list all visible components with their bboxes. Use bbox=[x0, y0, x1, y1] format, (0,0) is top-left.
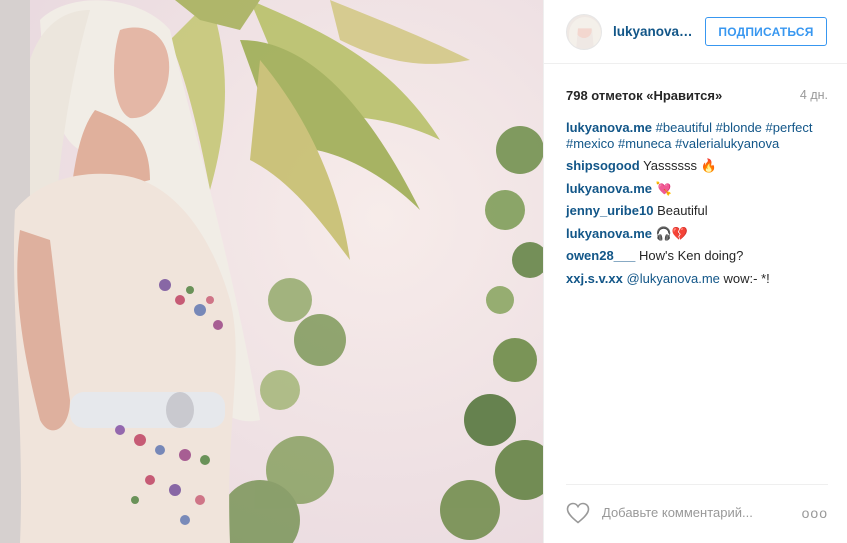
photo-illustration bbox=[0, 0, 543, 543]
comment-text: Beautiful bbox=[657, 203, 708, 218]
more-options-icon[interactable]: ooo bbox=[802, 505, 828, 521]
likes-count[interactable]: 798 отметок «Нравится» bbox=[566, 88, 722, 103]
hashtag[interactable]: #valerialukyanova bbox=[675, 136, 779, 151]
post-side-panel: lukyanova.... ПОДПИСАТЬСЯ 798 отметок «Н… bbox=[543, 0, 847, 543]
avatar[interactable] bbox=[566, 13, 602, 50]
comment-text: 🎧💔 bbox=[655, 225, 688, 241]
heart-outline-icon[interactable] bbox=[566, 502, 590, 524]
comment-username[interactable]: owen28___ bbox=[566, 248, 635, 263]
follow-button[interactable]: ПОДПИСАТЬСЯ bbox=[705, 17, 827, 46]
comment-username[interactable]: lukyanova.me bbox=[566, 226, 652, 241]
hashtag[interactable]: #muneca bbox=[618, 136, 671, 151]
comments-list: lukyanova.me #beautiful #blonde #perfect… bbox=[566, 120, 830, 293]
comment-username[interactable]: xxj.s.v.xx bbox=[566, 271, 623, 286]
hashtag[interactable]: #perfect bbox=[766, 120, 813, 135]
post-header: lukyanova.... ПОДПИСАТЬСЯ bbox=[544, 0, 847, 64]
comment-mention[interactable]: @lukyanova.me bbox=[627, 271, 720, 286]
caption: lukyanova.me #beautiful #blonde #perfect… bbox=[566, 120, 830, 152]
add-comment-input[interactable] bbox=[602, 505, 792, 520]
instagram-post: lukyanova.... ПОДПИСАТЬСЯ 798 отметок «Н… bbox=[0, 0, 847, 543]
post-age[interactable]: 4 дн. bbox=[800, 88, 828, 102]
comment-item: jenny_uribe10 Beautiful bbox=[566, 203, 830, 219]
comment-text: 💘 bbox=[655, 180, 672, 196]
author-username-link[interactable]: lukyanova.... bbox=[613, 24, 693, 39]
comment-text: wow:- *! bbox=[723, 270, 770, 286]
comment-username[interactable]: jenny_uribe10 bbox=[566, 203, 653, 218]
comment-item: lukyanova.me 🎧💔 bbox=[566, 226, 830, 242]
comment-text: How's Ken doing? bbox=[639, 248, 744, 263]
comment-bar: ooo bbox=[566, 484, 828, 540]
hashtag[interactable]: #mexico bbox=[566, 136, 614, 151]
caption-username[interactable]: lukyanova.me bbox=[566, 120, 652, 135]
comment-username[interactable]: lukyanova.me bbox=[566, 181, 652, 196]
hashtag[interactable]: #beautiful bbox=[656, 120, 712, 135]
likes-row: 798 отметок «Нравится» 4 дн. bbox=[566, 86, 828, 104]
comment-item: xxj.s.v.xx @lukyanova.me wow:- *! bbox=[566, 271, 830, 287]
comment-item: lukyanova.me 💘 bbox=[566, 181, 830, 197]
post-photo[interactable] bbox=[0, 0, 543, 543]
comment-item: owen28___ How's Ken doing? bbox=[566, 248, 830, 264]
comment-text: Yassssss 🔥 bbox=[643, 158, 717, 173]
comment-username[interactable]: shipsogood bbox=[566, 158, 640, 173]
comment-item: shipsogood Yassssss 🔥 bbox=[566, 158, 830, 174]
hashtag[interactable]: #blonde bbox=[716, 120, 762, 135]
